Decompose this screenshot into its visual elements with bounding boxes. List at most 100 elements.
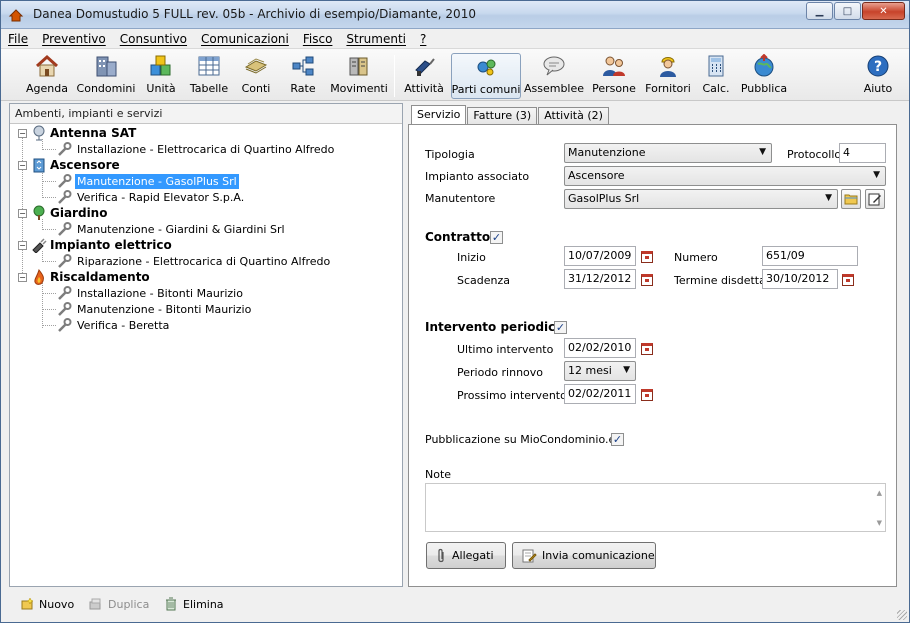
inizio-date-field[interactable]: 10/07/2009 <box>564 246 636 266</box>
tab-servizio[interactable]: Servizio <box>411 105 467 125</box>
prossimo-intervento-field[interactable]: 02/02/2011 <box>564 384 636 404</box>
maximize-button[interactable]: □ <box>834 2 861 20</box>
manutentore-select[interactable]: GasolPlus Srl ▼ <box>564 189 838 209</box>
calendar-icon[interactable] <box>641 389 653 401</box>
toolbar-pubblica-button[interactable]: Pubblica <box>741 53 787 99</box>
intervento-periodico-checkbox[interactable]: ✓ <box>554 321 567 334</box>
calendar-icon[interactable] <box>641 251 653 263</box>
resize-grip[interactable] <box>897 610 907 620</box>
tree-item[interactable]: Installazione - Bitonti Maurizio <box>56 285 245 301</box>
pubblicazione-checkbox[interactable]: ✓ <box>611 433 624 446</box>
tree-node-giardino[interactable]: − Giardino <box>18 205 107 221</box>
calendar-icon[interactable] <box>641 343 653 355</box>
calendar-icon[interactable] <box>641 274 653 286</box>
tree-item[interactable]: Riparazione - Elettrocarica di Quartino … <box>56 253 332 269</box>
close-button[interactable]: ✕ <box>862 2 905 20</box>
tree-item[interactable]: Manutenzione - Bitonti Maurizio <box>56 301 253 317</box>
wrench-icon <box>58 302 72 316</box>
minimize-button[interactable]: ▁ <box>806 2 833 20</box>
menu-strumenti[interactable]: Strumenti <box>339 32 413 46</box>
numero-label: Numero <box>674 251 718 264</box>
worker-icon <box>654 53 682 79</box>
tree-node-antenna-sat[interactable]: − Antenna SAT <box>18 125 136 141</box>
menu-comunicazioni[interactable]: Comunicazioni <box>194 32 296 46</box>
protocollo-label: Protocollo <box>787 148 842 161</box>
collapse-toggle[interactable]: − <box>18 160 27 170</box>
menu-fisco[interactable]: Fisco <box>296 32 340 46</box>
inizio-label: Inizio <box>457 251 486 264</box>
contratto-checkbox[interactable]: ✓ <box>490 231 503 244</box>
impianto-select[interactable]: Ascensore ▼ <box>564 166 886 186</box>
toolbar-assemblee-button[interactable]: Assemblee <box>524 53 584 99</box>
chevron-down-icon: ▼ <box>873 170 880 180</box>
toolbar-movimenti-button[interactable]: Movimenti <box>330 53 388 99</box>
invia-comunicazione-button[interactable]: Invia comunicazione <box>512 542 656 569</box>
toolbar-unita-button[interactable]: Unità <box>141 53 181 99</box>
elimina-button[interactable]: Elimina <box>164 597 224 611</box>
toolbar-rate-button[interactable]: Rate <box>286 53 320 99</box>
tipologia-select[interactable]: Manutenzione ▼ <box>564 143 772 163</box>
app-logo-icon <box>8 9 24 22</box>
termine-date-field[interactable]: 30/10/2012 <box>762 269 838 289</box>
tree-line <box>42 229 56 230</box>
menu-consuntivo[interactable]: Consuntivo <box>113 32 194 46</box>
tree-item[interactable]: Verifica - Rapid Elevator S.p.A. <box>56 189 246 205</box>
collapse-toggle[interactable]: − <box>18 128 27 138</box>
protocollo-field[interactable]: 4 <box>839 143 886 163</box>
wrench-icon <box>58 318 72 332</box>
manutentore-label: Manutentore <box>425 192 496 205</box>
edit-supplier-button[interactable] <box>865 189 885 209</box>
calculator-icon <box>702 53 730 79</box>
toolbar-calc-button[interactable]: Calc. <box>701 53 731 99</box>
toolbar-condomini-button[interactable]: Condomini <box>77 53 135 99</box>
toolbar-aiuto-button[interactable]: ? Aiuto <box>863 53 893 99</box>
scroll-up-arrow-icon[interactable]: ▲ <box>877 489 882 497</box>
menu-file[interactable]: File <box>1 32 35 46</box>
menu-help[interactable]: ? <box>413 32 433 46</box>
periodo-rinnovo-select[interactable]: 12 mesi ▼ <box>564 361 636 381</box>
scroll-down-arrow-icon[interactable]: ▼ <box>877 519 882 527</box>
termine-label: Termine disdetta <box>674 274 766 287</box>
movements-icon <box>345 53 373 79</box>
tree-node-impianto-elettrico[interactable]: − Impianto elettrico <box>18 237 172 253</box>
chevron-down-icon: ▼ <box>623 365 630 375</box>
toolbar-agenda-button[interactable]: Agenda <box>25 53 69 99</box>
bottom-bar: Nuovo Duplica Elimina <box>1 591 909 622</box>
ultimo-intervento-label: Ultimo intervento <box>457 343 554 356</box>
menu-preventivo[interactable]: Preventivo <box>35 32 113 46</box>
scadenza-date-field[interactable]: 31/12/2012 <box>564 269 636 289</box>
prossimo-intervento-label: Prossimo intervento <box>457 389 567 402</box>
new-item-icon <box>20 597 34 611</box>
toolbar-attivita-button[interactable]: Attività <box>404 53 444 99</box>
note-textarea[interactable]: ▲ ▼ <box>425 483 886 532</box>
tree-node-riscaldamento[interactable]: − Riscaldamento <box>18 269 150 285</box>
numero-field[interactable]: 651/09 <box>762 246 858 266</box>
duplica-button[interactable]: Duplica <box>89 597 149 611</box>
tree-item-selected[interactable]: Manutenzione - GasolPlus Srl <box>56 173 239 189</box>
toolbar: Agenda Condomini Unità Tabelle Conti Rat… <box>1 49 909 101</box>
building-icon <box>92 53 120 79</box>
periodo-rinnovo-label: Periodo rinnovo <box>457 366 544 379</box>
allegati-button[interactable]: Allegati <box>426 542 506 569</box>
tree-item[interactable]: Manutenzione - Giardini & Giardini Srl <box>56 221 287 237</box>
app-window: Danea Domustudio 5 FULL rev. 05b - Archi… <box>0 0 910 623</box>
collapse-toggle[interactable]: − <box>18 240 27 250</box>
collapse-toggle[interactable]: − <box>18 208 27 218</box>
toolbar-tabelle-button[interactable]: Tabelle <box>188 53 230 99</box>
open-folder-button[interactable] <box>841 189 861 209</box>
tree-line <box>42 325 56 326</box>
tree-item[interactable]: Installazione - Elettrocarica di Quartin… <box>56 141 336 157</box>
tab-fatture[interactable]: Fatture (3) <box>467 107 538 125</box>
toolbar-parti-comuni-button[interactable]: Parti comuni <box>451 53 521 99</box>
toolbar-fornitori-button[interactable]: Fornitori <box>645 53 691 99</box>
collapse-toggle[interactable]: − <box>18 272 27 282</box>
tree-item[interactable]: Verifica - Beretta <box>56 317 171 333</box>
nuovo-button[interactable]: Nuovo <box>20 597 74 611</box>
toolbar-persone-button[interactable]: Persone <box>591 53 637 99</box>
tab-attivita[interactable]: Attività (2) <box>538 107 609 125</box>
tree-node-ascensore[interactable]: − Ascensore <box>18 157 120 173</box>
ultimo-intervento-field[interactable]: 02/02/2010 <box>564 338 636 358</box>
toolbar-conti-button[interactable]: Conti <box>239 53 273 99</box>
calendar-icon[interactable] <box>842 274 854 286</box>
tree-line <box>42 261 56 262</box>
